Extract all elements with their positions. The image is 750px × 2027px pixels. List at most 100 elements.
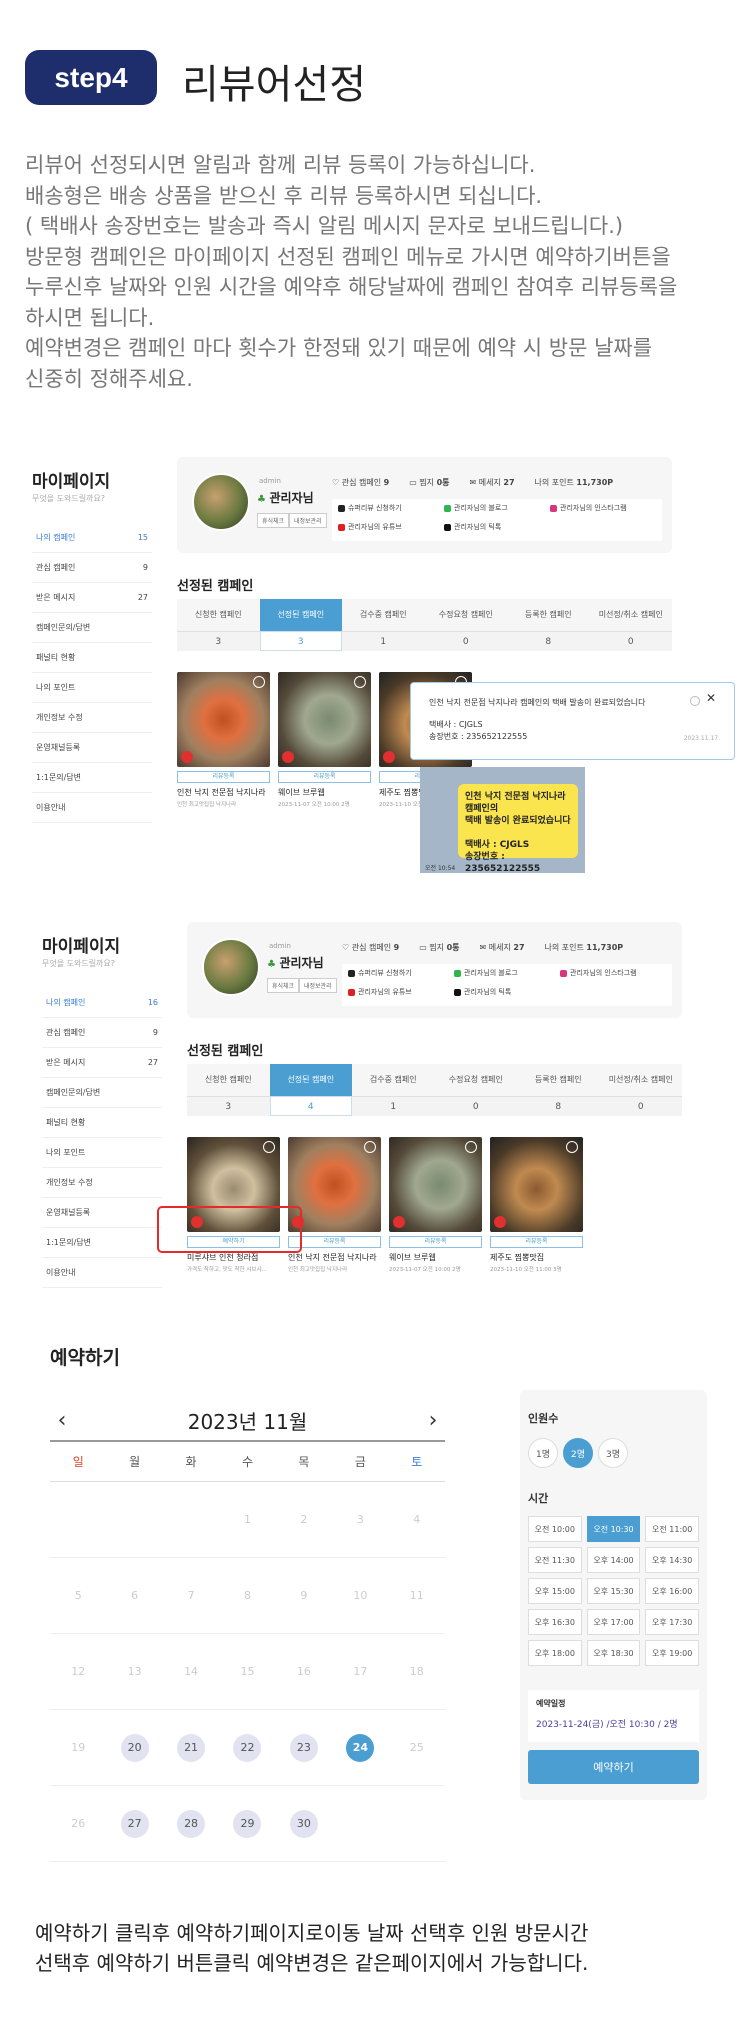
card-action-button[interactable]: 리뷰등록 xyxy=(278,771,371,783)
card-title[interactable]: 웨이브 브루웹 xyxy=(278,787,371,798)
sidebar-item[interactable]: 관심 캠페인 9 xyxy=(32,553,152,583)
sidebar-item[interactable]: 나의 포인트 xyxy=(42,1138,162,1168)
campaign-tab[interactable]: 검수중 캠페인 1 xyxy=(352,1064,435,1118)
channel-link[interactable]: 관리자님의 유튜브 xyxy=(348,987,454,1002)
sidebar-item[interactable]: 운영채널등록 xyxy=(32,733,152,763)
time-option[interactable]: 오전 11:30 xyxy=(528,1547,582,1573)
time-option[interactable]: 오후 14:30 xyxy=(645,1547,699,1573)
sidebar-item[interactable]: 캠페인문의/답변 xyxy=(32,613,152,643)
sidebar-item[interactable]: 받은 메시지 27 xyxy=(42,1048,162,1078)
my-info-button[interactable]: 내정보관리 xyxy=(289,513,327,528)
channel-link[interactable]: 관리자님의 인스타그램 xyxy=(550,503,656,518)
channel-link[interactable]: 슈퍼리뷰 신청하기 xyxy=(338,503,444,518)
card-meta: 인천 최고맛집집 낙지나라 xyxy=(288,1267,348,1273)
time-option[interactable]: 오전 10:30 xyxy=(586,1516,641,1542)
card-title[interactable]: 인천 낙지 전문점 낙지나라 xyxy=(288,1252,381,1263)
people-option[interactable]: 1명 xyxy=(528,1438,558,1468)
campaign-tab[interactable]: 선정된 캠페인 4 xyxy=(269,1064,352,1118)
prev-month-icon[interactable]: ‹ xyxy=(50,1408,74,1433)
sidebar-item[interactable]: 개인정보 수정 xyxy=(32,703,152,733)
people-option[interactable]: 3명 xyxy=(598,1438,628,1468)
sidebar-item[interactable]: 캠페인문의/답변 xyxy=(42,1078,162,1108)
card-title[interactable]: 제주도 찜뽕맛집 xyxy=(490,1252,583,1263)
channel-link[interactable]: 관리자님의 틱톡 xyxy=(444,522,550,537)
rest-check-button[interactable]: 휴식체크 xyxy=(267,978,300,993)
calendar-day[interactable]: 23 xyxy=(275,1710,333,1786)
time-option[interactable]: 오후 19:00 xyxy=(645,1640,699,1666)
campaign-tab[interactable]: 수정요청 캠페인 0 xyxy=(434,1064,517,1118)
card-title[interactable]: 웨이브 브루웹 xyxy=(389,1252,482,1263)
sidebar-item[interactable]: 관심 캠페인 9 xyxy=(42,1018,162,1048)
sidebar-item[interactable]: 운영채널등록 xyxy=(42,1198,162,1228)
campaign-tab[interactable]: 검수중 캠페인 1 xyxy=(342,599,425,653)
time-option[interactable]: 오후 17:30 xyxy=(645,1609,699,1635)
channel-link[interactable]: 관리자님의 틱톡 xyxy=(454,987,560,1002)
campaign-image[interactable] xyxy=(278,672,371,767)
sidebar-item[interactable]: 1:1문의/답변 xyxy=(32,763,152,793)
next-month-icon[interactable]: › xyxy=(421,1408,445,1433)
sidebar-item[interactable]: 나의 포인트 xyxy=(32,673,152,703)
heart-icon[interactable] xyxy=(566,1141,578,1153)
calendar-day[interactable]: 21 xyxy=(162,1710,220,1786)
heart-icon[interactable] xyxy=(263,1141,275,1153)
card-title[interactable]: 인천 낙지 전문점 낙지나라 xyxy=(177,787,270,798)
campaign-tab[interactable]: 신청한 캠페인 3 xyxy=(187,1064,270,1118)
sidebar-item[interactable]: 패널티 현황 xyxy=(32,643,152,673)
time-option[interactable]: 오후 18:30 xyxy=(586,1640,641,1666)
card-action-button[interactable]: 리뷰등록 xyxy=(389,1236,482,1248)
campaign-tab[interactable]: 신청한 캠페인 3 xyxy=(177,599,260,653)
time-option[interactable]: 오후 18:00 xyxy=(528,1640,582,1666)
time-option[interactable]: 오후 14:00 xyxy=(586,1547,641,1573)
campaign-tab[interactable]: 미선정/취소 캠페인 0 xyxy=(599,1064,682,1118)
sidebar-item[interactable]: 나의 캠페인 15 xyxy=(32,523,152,553)
calendar-day[interactable]: 27 xyxy=(106,1786,163,1862)
calendar-day[interactable]: 22 xyxy=(219,1710,276,1786)
campaign-image[interactable] xyxy=(490,1137,583,1232)
rest-check-button[interactable]: 휴식체크 xyxy=(257,513,290,528)
channel-link[interactable]: 관리자님의 블로그 xyxy=(454,968,560,983)
channel-link[interactable]: 관리자님의 블로그 xyxy=(444,503,550,518)
time-option[interactable]: 오후 15:30 xyxy=(586,1578,641,1604)
time-option[interactable]: 오전 10:00 xyxy=(528,1516,582,1542)
time-option[interactable]: 오전 11:00 xyxy=(645,1516,699,1542)
close-icon[interactable]: ✕ xyxy=(706,691,716,705)
card-title[interactable]: 미루샤브 인천 청라점 xyxy=(187,1252,280,1263)
channel-link[interactable]: 관리자님의 유튜브 xyxy=(338,522,444,537)
sidebar-item[interactable]: 이용안내 xyxy=(32,793,152,823)
calendar-day[interactable]: 28 xyxy=(162,1786,220,1862)
campaign-image[interactable] xyxy=(177,672,270,767)
time-option[interactable]: 오후 17:00 xyxy=(586,1609,641,1635)
time-option[interactable]: 오후 16:30 xyxy=(528,1609,582,1635)
card-action-button[interactable]: 리뷰등록 xyxy=(177,771,270,783)
campaign-tab[interactable]: 미선정/취소 캠페인 0 xyxy=(589,599,672,653)
time-option[interactable]: 오후 16:00 xyxy=(645,1578,699,1604)
sidebar-item[interactable]: 나의 캠페인 16 xyxy=(42,988,162,1018)
calendar-day[interactable]: 24 xyxy=(332,1710,389,1786)
calendar-day[interactable]: 30 xyxy=(275,1786,333,1862)
campaign-tab[interactable]: 수정요청 캠페인 0 xyxy=(424,599,507,653)
heart-icon[interactable] xyxy=(465,1141,477,1153)
channel-link[interactable]: 슈퍼리뷰 신청하기 xyxy=(348,968,454,983)
sidebar-item[interactable]: 이용안내 xyxy=(42,1258,162,1288)
sidebar-item[interactable]: 받은 메시지 27 xyxy=(32,583,152,613)
reserve-button[interactable]: 예약하기 xyxy=(528,1750,699,1784)
campaign-tab[interactable]: 등록한 캠페인 8 xyxy=(517,1064,600,1118)
heart-icon[interactable] xyxy=(364,1141,376,1153)
campaign-tab[interactable]: 등록한 캠페인 8 xyxy=(507,599,590,653)
campaign-tab-count: 0 xyxy=(589,631,672,651)
sidebar-item[interactable]: 1:1문의/답변 xyxy=(42,1228,162,1258)
calendar-day[interactable]: 29 xyxy=(219,1786,276,1862)
campaign-image[interactable] xyxy=(389,1137,482,1232)
calendar-day[interactable]: 20 xyxy=(106,1710,163,1786)
time-option[interactable]: 오후 15:00 xyxy=(528,1578,582,1604)
heart-icon[interactable] xyxy=(253,676,265,688)
sidebar-item[interactable]: 패널티 현황 xyxy=(42,1108,162,1138)
my-info-button[interactable]: 내정보관리 xyxy=(299,978,337,993)
campaign-tab[interactable]: 선정된 캠페인 3 xyxy=(259,599,342,653)
heart-icon[interactable] xyxy=(354,676,366,688)
people-option[interactable]: 2명 xyxy=(563,1438,593,1468)
stat-label: ♡ 관심 캠페인 xyxy=(332,478,384,487)
sidebar-item[interactable]: 개인정보 수정 xyxy=(42,1168,162,1198)
channel-link[interactable]: 관리자님의 인스타그램 xyxy=(560,968,666,983)
card-action-button[interactable]: 리뷰등록 xyxy=(490,1236,583,1248)
